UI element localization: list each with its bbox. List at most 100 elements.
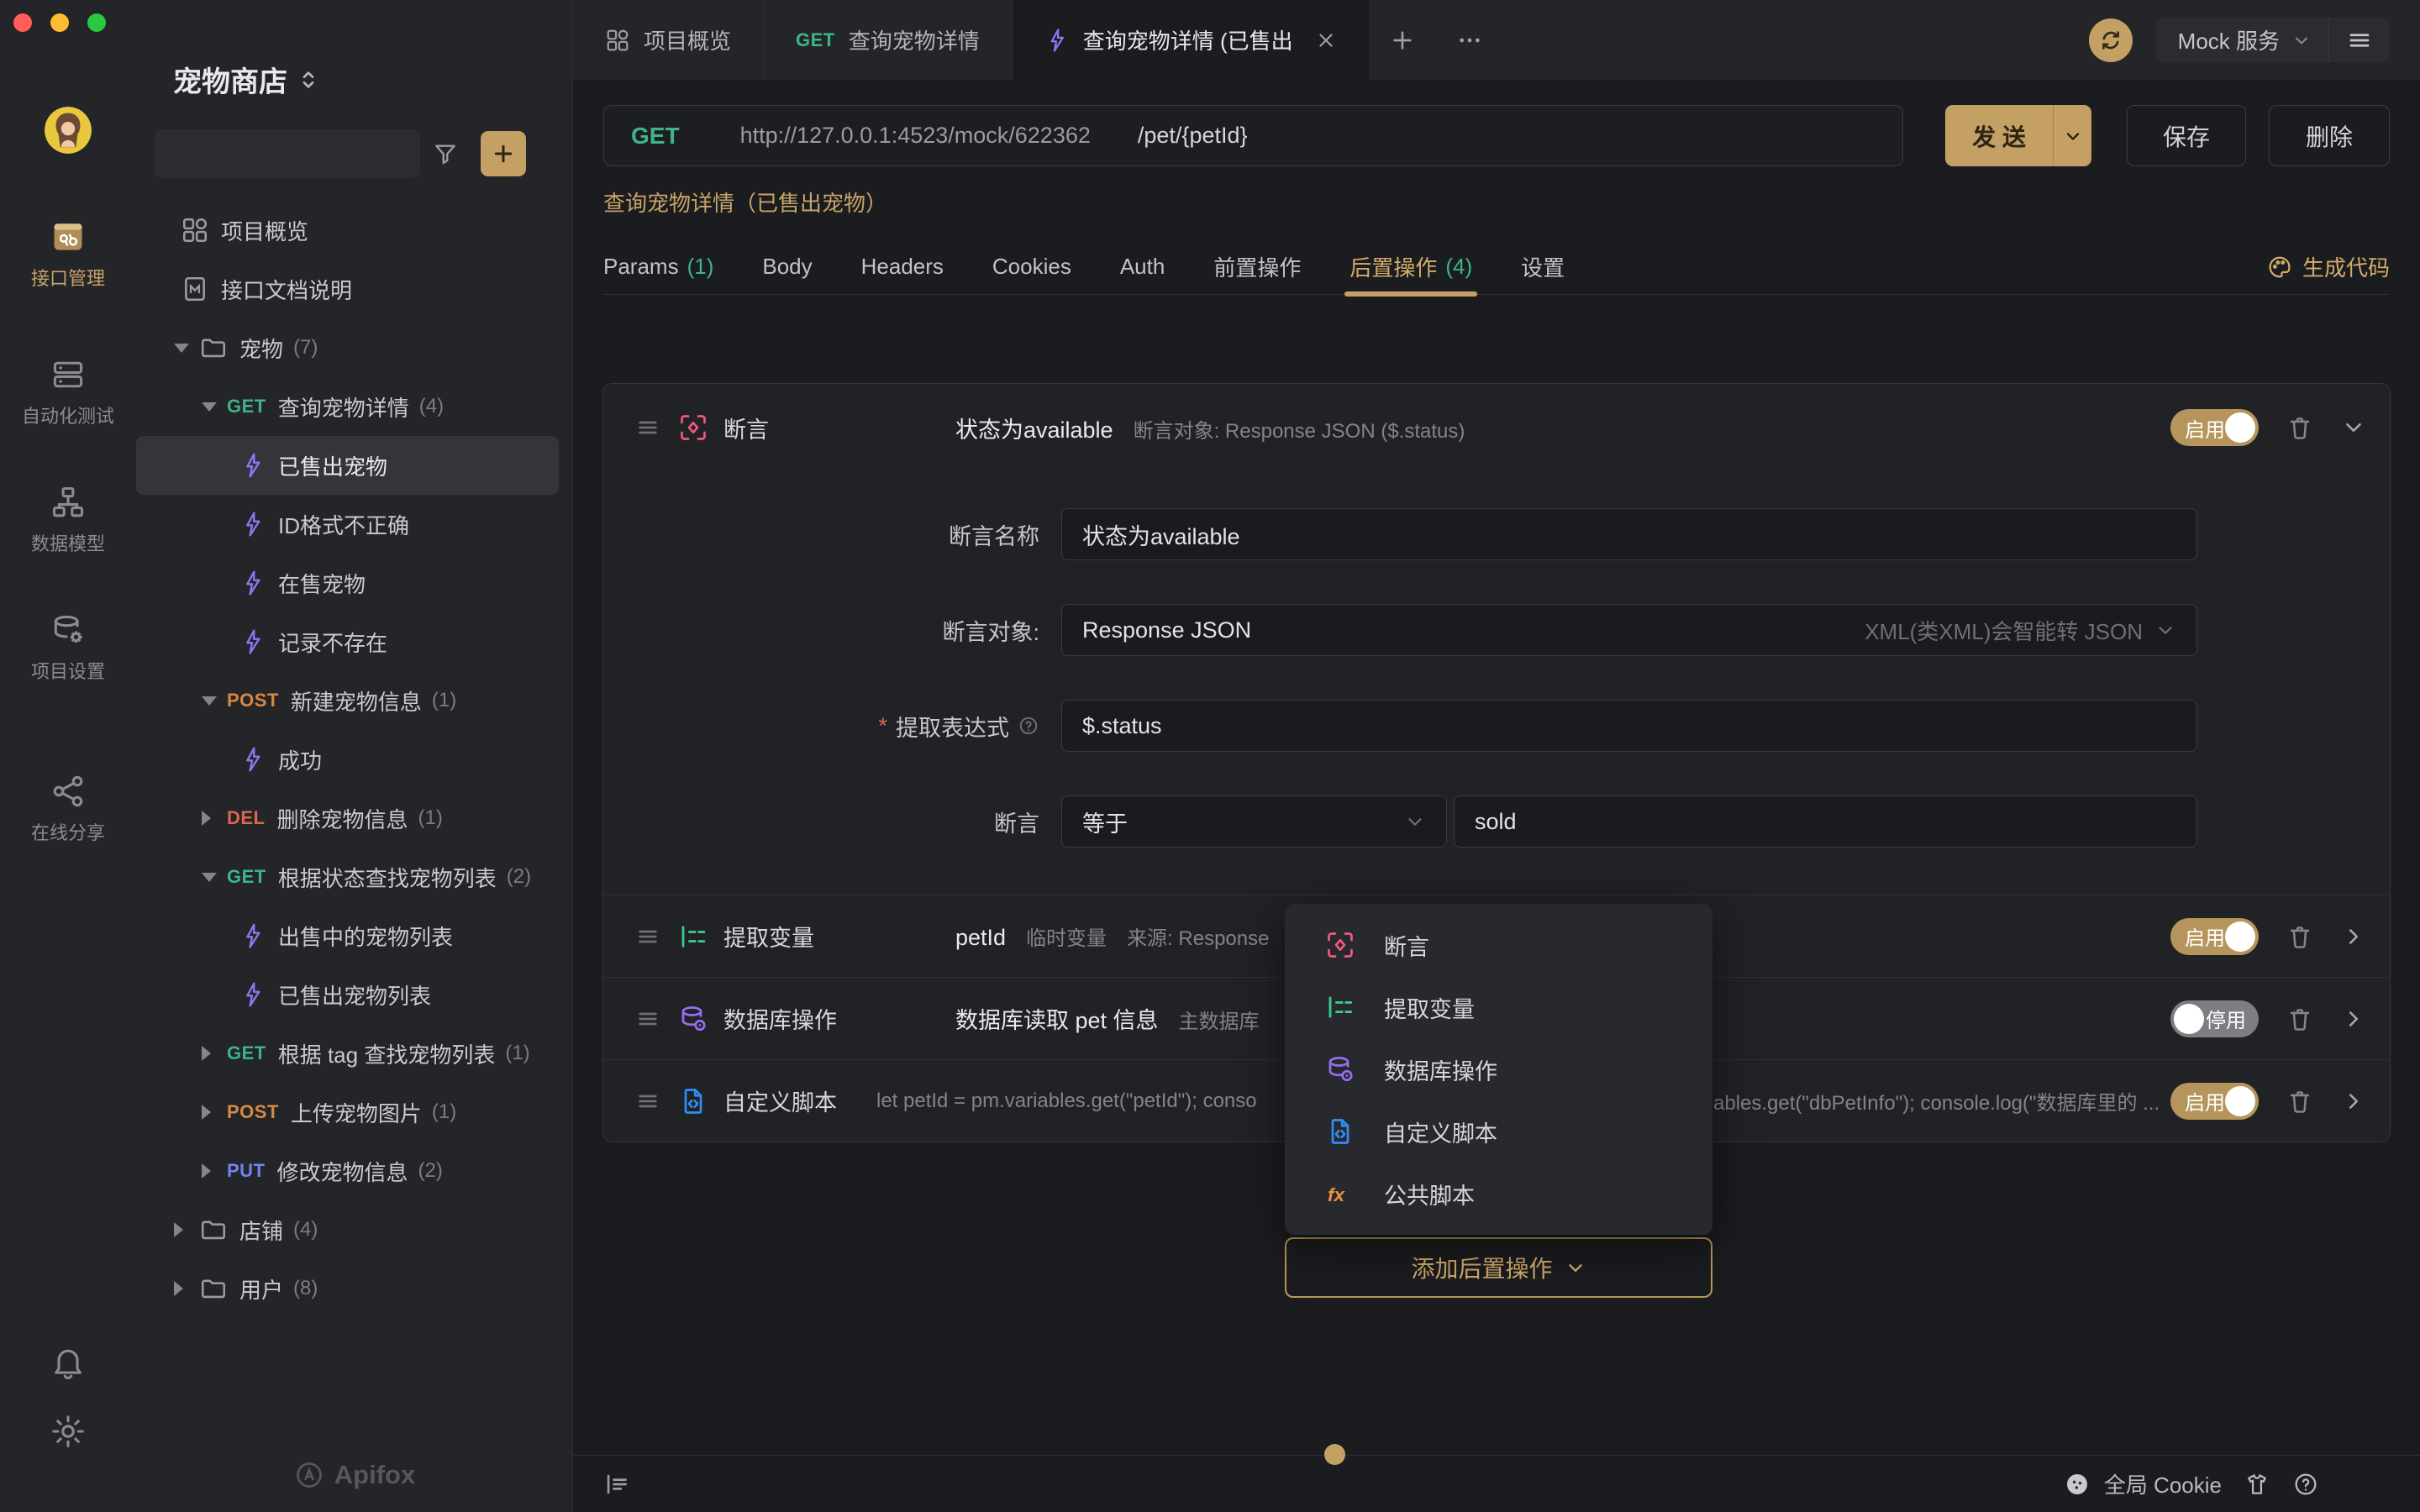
tab-body[interactable]: Body <box>762 239 812 295</box>
tree-api-get-pets-by-status[interactable]: GET 根据状态查找宠物列表 (2) <box>136 848 559 906</box>
tree-item-project-overview[interactable]: 项目概览 <box>136 201 559 260</box>
sidebar-item-data-models[interactable]: 数据模型 <box>0 484 136 556</box>
add-post-operation-button[interactable]: 添加后置操作 <box>1285 1237 1712 1298</box>
sidebar-item-project-settings[interactable]: 项目设置 <box>0 612 136 684</box>
sidebar-item-automated-testing[interactable]: 自动化测试 <box>0 356 136 428</box>
sidebar-item-online-share[interactable]: 在线分享 <box>0 773 136 845</box>
menu-item-assertion[interactable]: 断言 <box>1285 914 1712 976</box>
tab-params[interactable]: Params(1) <box>603 239 713 295</box>
delete-button[interactable]: 删除 <box>2269 105 2390 166</box>
environment-menu-button[interactable] <box>2329 28 2390 53</box>
caret-down-icon[interactable] <box>202 402 227 412</box>
assert-operator-select[interactable]: 等于 <box>1061 795 1447 848</box>
assertion-name-input[interactable]: 状态为available <box>1061 508 2197 560</box>
drag-handle-icon[interactable] <box>634 1088 661 1115</box>
drag-handle-icon[interactable] <box>634 923 661 950</box>
search-input[interactable] <box>176 141 458 167</box>
tree-folder-pets[interactable]: 宠物 (7) <box>136 318 559 377</box>
caret-down-icon[interactable] <box>202 873 227 882</box>
mock-service-dropdown[interactable]: Mock 服务 <box>2156 24 2328 55</box>
add-api-button[interactable] <box>481 131 526 176</box>
tab-cookies[interactable]: Cookies <box>992 239 1071 295</box>
new-tab-button[interactable] <box>1369 0 1436 80</box>
sync-button[interactable] <box>2089 18 2133 62</box>
tree-case-sold-pet[interactable]: 已售出宠物 <box>136 436 559 495</box>
notifications-button[interactable] <box>0 1344 136 1381</box>
send-button[interactable]: 发 送 <box>1945 105 2091 166</box>
delete-operation-button[interactable] <box>2286 1005 2314 1033</box>
tree-case-pets-on-sale-list[interactable]: 出售中的宠物列表 <box>136 906 559 965</box>
tree-item-api-docs[interactable]: 接口文档说明 <box>136 260 559 318</box>
assert-value-input[interactable]: sold <box>1454 795 2197 848</box>
tab-headers[interactable]: Headers <box>861 239 944 295</box>
menu-item-public-script[interactable]: fx 公共脚本 <box>1285 1163 1712 1225</box>
delete-operation-button[interactable] <box>2286 1087 2314 1116</box>
delete-operation-button[interactable] <box>2286 922 2314 951</box>
enable-toggle[interactable]: 启用 <box>2170 1083 2259 1120</box>
filter-button[interactable] <box>420 129 471 178</box>
tab-settings[interactable]: 设置 <box>1521 239 1565 295</box>
tree-case-record-missing[interactable]: 记录不存在 <box>136 612 559 671</box>
search-input-wrapper[interactable] <box>155 129 420 178</box>
drag-handle-icon[interactable] <box>634 1005 661 1032</box>
tab-post-operations[interactable]: 后置操作(4) <box>1349 239 1472 295</box>
help-icon[interactable] <box>1018 715 1039 737</box>
tree-case-success[interactable]: 成功 <box>136 730 559 789</box>
disable-toggle[interactable]: 停用 <box>2170 1000 2259 1037</box>
delete-operation-button[interactable] <box>2286 413 2314 442</box>
caret-down-icon[interactable] <box>202 696 227 706</box>
expand-button[interactable] <box>2341 1006 2366 1032</box>
tree-api-put-update-pet[interactable]: PUT 修改宠物信息 (2) <box>136 1142 559 1200</box>
tree-api-post-create-pet[interactable]: POST 新建宠物信息 (1) <box>136 671 559 730</box>
tree-folder-store[interactable]: 店铺 (4) <box>136 1200 559 1259</box>
tab-project-overview[interactable]: 项目概览 <box>573 0 764 80</box>
menu-item-extract-variable[interactable]: 提取变量 <box>1285 976 1712 1038</box>
close-icon[interactable] <box>1315 29 1337 51</box>
tab-auth[interactable]: Auth <box>1120 239 1165 295</box>
tree-api-get-pets-by-tag[interactable]: GET 根据 tag 查找宠物列表 (1) <box>136 1024 559 1083</box>
tree-api-del-pet[interactable]: DEL 删除宠物信息 (1) <box>136 789 559 848</box>
tree-case-sold-pets-list[interactable]: 已售出宠物列表 <box>136 965 559 1024</box>
caret-right-icon[interactable] <box>174 1222 199 1237</box>
help-icon[interactable] <box>2292 1471 2319 1498</box>
generate-code-button[interactable]: 生成代码 <box>2267 251 2390 282</box>
collapse-button[interactable] <box>2341 415 2366 440</box>
caret-right-icon[interactable] <box>202 1046 227 1061</box>
enable-toggle[interactable]: 启用 <box>2170 409 2259 446</box>
expand-button[interactable] <box>2341 1089 2366 1114</box>
enable-toggle[interactable]: 启用 <box>2170 918 2259 955</box>
menu-item-custom-script[interactable]: 自定义脚本 <box>1285 1100 1712 1163</box>
expand-button[interactable] <box>2341 924 2366 949</box>
tree-case-bad-id-format[interactable]: ID格式不正确 <box>136 495 559 554</box>
save-button[interactable]: 保存 <box>2127 105 2246 166</box>
tree-api-post-upload-image[interactable]: POST 上传宠物图片 (1) <box>136 1083 559 1142</box>
caret-right-icon[interactable] <box>202 1105 227 1120</box>
assertion-card-header[interactable]: 断言 状态为available 断言对象: Response JSON ($.s… <box>603 384 2390 471</box>
assertion-target-select[interactable]: Response JSON XML(类XML)会智能转 JSON <box>1061 604 2197 656</box>
send-options-button[interactable] <box>2054 126 2091 146</box>
minimize-window-button[interactable] <box>50 13 69 32</box>
zoom-window-button[interactable] <box>87 13 106 32</box>
tree-api-get-pet-detail[interactable]: GET 查询宠物详情 (4) <box>136 377 559 436</box>
extract-expression-input[interactable]: $.status <box>1061 700 2197 752</box>
close-window-button[interactable] <box>13 13 32 32</box>
global-cookie-button[interactable]: 全局 Cookie <box>2064 1468 2222 1499</box>
window-controls[interactable] <box>13 13 106 32</box>
theme-skin-icon[interactable] <box>2244 1471 2270 1498</box>
tree-case-pet-on-sale[interactable]: 在售宠物 <box>136 554 559 612</box>
console-toggle-button[interactable] <box>602 1470 631 1499</box>
caret-right-icon[interactable] <box>174 1281 199 1296</box>
project-switcher[interactable]: 宠物商店 <box>173 59 321 100</box>
caret-down-icon[interactable] <box>174 344 199 353</box>
caret-right-icon[interactable] <box>202 811 227 826</box>
tab-sold-pet-case[interactable]: 查询宠物详情 (已售出 <box>1013 0 1369 80</box>
user-avatar[interactable] <box>45 107 92 154</box>
tab-get-pet-detail[interactable]: GET 查询宠物详情 <box>764 0 1013 80</box>
sidebar-item-api-management[interactable]: 接口管理 <box>0 218 136 291</box>
tree-folder-users[interactable]: 用户 (8) <box>136 1259 559 1318</box>
settings-button[interactable] <box>0 1413 136 1450</box>
menu-item-database-operation[interactable]: 数据库操作 <box>1285 1038 1712 1100</box>
tab-pre-operations[interactable]: 前置操作 <box>1213 239 1301 295</box>
more-tabs-button[interactable] <box>1436 0 1503 80</box>
caret-right-icon[interactable] <box>202 1163 227 1179</box>
